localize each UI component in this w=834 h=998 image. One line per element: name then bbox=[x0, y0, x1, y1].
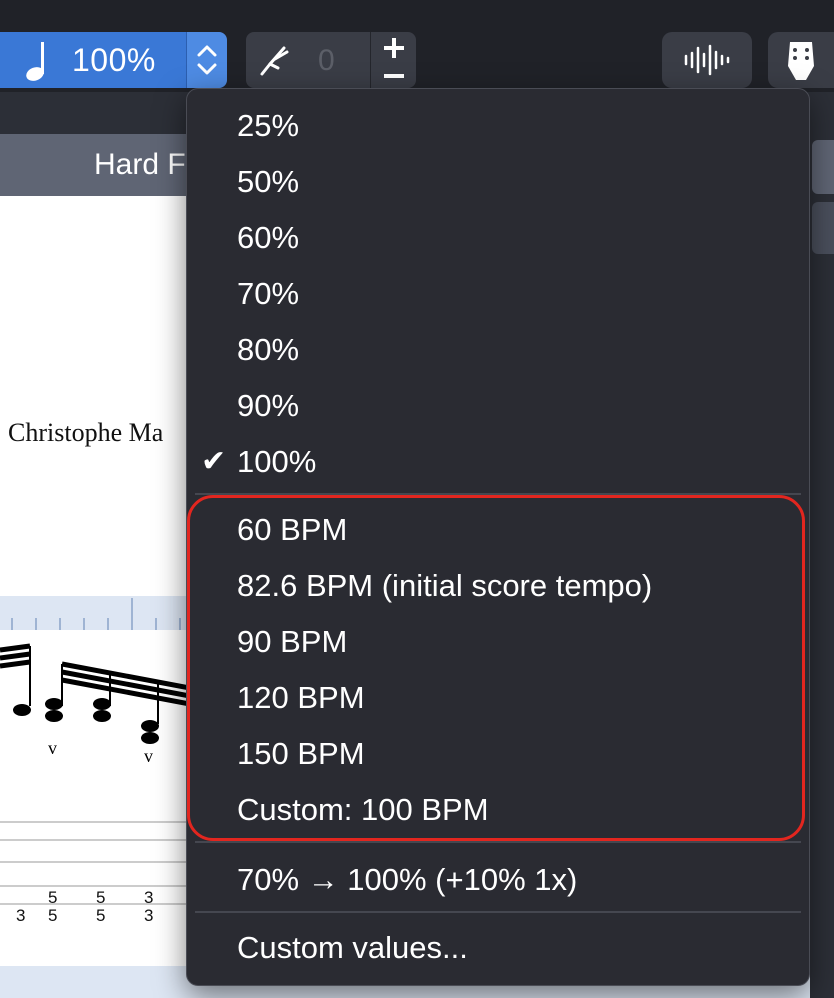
tuning-fork-icon bbox=[260, 46, 289, 76]
tempo-dropdown-menu: 25% 50% 60% 70% 80% 90% ✔ 100% 60 BPM 82… bbox=[186, 88, 810, 986]
tab-fret-digits: 3 5 5 5 5 3 3 bbox=[0, 886, 190, 932]
side-panel-tab[interactable] bbox=[812, 140, 834, 194]
menu-item-90[interactable]: 90% bbox=[237, 382, 299, 430]
tempo-value: 100% bbox=[72, 42, 156, 78]
tab-digit: 3 bbox=[16, 906, 26, 925]
tab-digit: 3 bbox=[144, 906, 154, 925]
menu-item-100-selected[interactable]: 100% bbox=[237, 438, 316, 486]
guitar-headstock-icon bbox=[788, 42, 814, 80]
tab-digit: 5 bbox=[96, 906, 106, 925]
menu-item-80[interactable]: 80% bbox=[237, 326, 299, 374]
transpose-value: 0 bbox=[318, 44, 335, 77]
tab-digit: 5 bbox=[48, 906, 58, 925]
menu-item-progressive-tempo[interactable]: 70% → 100% (+10% 1x) bbox=[237, 856, 577, 904]
menu-item-custom-values[interactable]: Custom values... bbox=[237, 924, 468, 972]
score-composer: Christophe Ma bbox=[8, 418, 164, 447]
tab-digit: 5 bbox=[96, 888, 106, 907]
menu-separator bbox=[195, 911, 801, 913]
audio-waveform-icon bbox=[684, 44, 730, 76]
score-title: Hard F bbox=[94, 148, 186, 181]
plus-icon[interactable] bbox=[371, 34, 417, 62]
minus-icon[interactable] bbox=[371, 62, 417, 88]
transpose-plus-minus[interactable] bbox=[370, 32, 417, 88]
stepper-chevrons-icon bbox=[197, 45, 217, 75]
top-toolbar: 100% 0 bbox=[0, 0, 834, 92]
menu-item-60[interactable]: 60% bbox=[237, 214, 299, 262]
menu-item-50[interactable]: 50% bbox=[237, 158, 299, 206]
tab-digit: 3 bbox=[144, 888, 154, 907]
menu-separator bbox=[195, 841, 801, 843]
transpose-control[interactable]: 0 bbox=[246, 32, 416, 88]
svg-text:v: v bbox=[48, 738, 57, 758]
side-panel-tab-2[interactable] bbox=[812, 202, 834, 254]
tempo-selector[interactable]: 100% bbox=[0, 32, 227, 88]
tab-digit: 5 bbox=[48, 888, 58, 907]
tempo-stepper[interactable] bbox=[186, 32, 227, 88]
bpm-group-highlight bbox=[187, 495, 805, 841]
menu-item-25[interactable]: 25% bbox=[237, 102, 299, 150]
guitar-button[interactable] bbox=[768, 32, 834, 88]
right-side-panel bbox=[810, 134, 834, 998]
notation-staff: v v bbox=[0, 643, 190, 766]
quarter-note-icon bbox=[26, 42, 44, 81]
checkmark-icon: ✔ bbox=[201, 445, 227, 478]
svg-text:v: v bbox=[144, 746, 153, 766]
audio-button[interactable] bbox=[662, 32, 752, 88]
menu-item-70[interactable]: 70% bbox=[237, 270, 299, 318]
